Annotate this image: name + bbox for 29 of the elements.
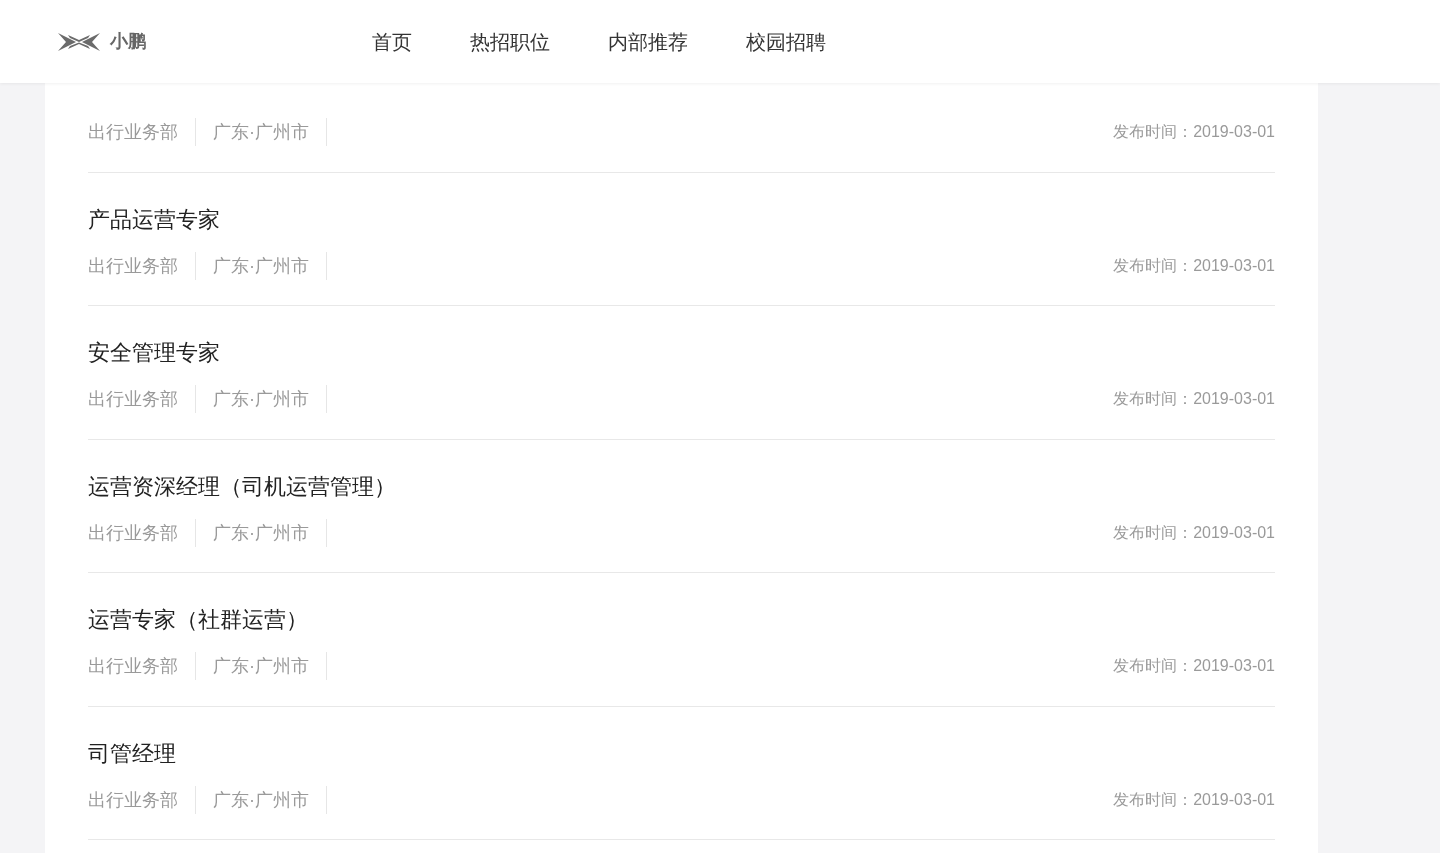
job-title[interactable]: 产品运营专家	[88, 207, 220, 232]
location-label: 广东·广州市	[196, 785, 327, 814]
department-label: 出行业务部	[88, 518, 196, 547]
department-label: 出行业务部	[88, 251, 196, 280]
nav-link[interactable]: 校园招聘	[746, 26, 826, 57]
posted-date: 发布时间：2019-03-01	[1113, 389, 1275, 409]
nav-link[interactable]: 热招职位	[470, 26, 550, 57]
job-title[interactable]: 司管经理	[88, 741, 176, 766]
department-label: 出行业务部	[88, 785, 196, 814]
posted-date: 发布时间：2019-03-01	[1113, 522, 1275, 543]
location-label: 广东·广州市	[196, 251, 327, 280]
logo-icon[interactable]	[58, 30, 100, 53]
department-label: 出行业务部	[88, 118, 196, 146]
posted-date: 发布时间：2019-03-01	[1113, 789, 1275, 810]
nav-link[interactable]: 首页	[372, 26, 412, 57]
nav-link[interactable]: 内部推荐	[608, 26, 688, 57]
posted-date: 发布时间：2019-03-01	[1113, 656, 1275, 676]
posted-date: 发布时间：2019-03-01	[1113, 255, 1275, 276]
location-label: 广东·广州市	[196, 385, 327, 413]
location-label: 广东·广州市	[196, 518, 327, 547]
job-title[interactable]: 运营专家（社群运营）	[88, 608, 308, 632]
posted-date: 发布时间：2019-03-01	[1113, 122, 1275, 142]
department-label: 出行业务部	[88, 652, 196, 680]
job-title[interactable]: 安全管理专家	[88, 341, 220, 365]
location-label: 广东·广州市	[196, 118, 327, 146]
department-label: 出行业务部	[88, 385, 196, 413]
logo-text: 小鹏	[110, 30, 146, 53]
job-title[interactable]: 运营资深经理（司机运营管理）	[88, 474, 396, 499]
location-label: 广东·广州市	[196, 652, 327, 680]
